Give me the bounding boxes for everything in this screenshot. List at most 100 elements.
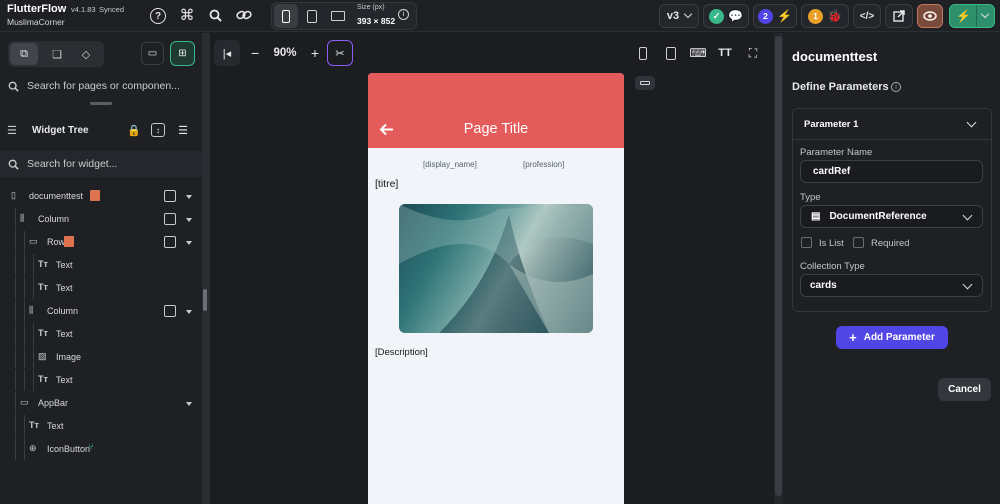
description-text[interactable]: [Description] — [375, 347, 428, 358]
text-scale-icon[interactable]: TT — [714, 42, 736, 64]
tree-item-iconbutton[interactable]: ⊕ IconButton ⑂ — [0, 438, 200, 460]
tree-item-row[interactable]: ▭ Row — [0, 231, 200, 253]
component-badge-icon — [90, 190, 100, 201]
widget-palette-icon[interactable]: ⧉ — [10, 43, 38, 65]
lock-icon[interactable]: 🔒 — [127, 123, 141, 137]
wave-image — [399, 204, 593, 333]
chat-icon: 💬 — [728, 9, 743, 23]
resize-handle[interactable] — [203, 289, 207, 311]
add-parameter-label: Add Parameter — [863, 332, 935, 343]
chevron-down-icon[interactable] — [186, 310, 192, 314]
tree-guide-line — [33, 254, 34, 276]
help-icon[interactable]: ? — [150, 8, 166, 24]
search-icon[interactable] — [206, 6, 224, 24]
chevron-down-icon[interactable] — [966, 117, 977, 128]
tree-item-text[interactable]: Tт Text — [0, 323, 200, 345]
appbar-icon: ▭ — [20, 397, 29, 407]
ai-gen-icon[interactable]: ✂ — [327, 40, 353, 66]
run-button[interactable]: ⚡ — [949, 4, 995, 28]
param-header[interactable]: Parameter 1 — [804, 119, 858, 130]
tree-item-column[interactable]: ⫼ Column — [0, 208, 200, 230]
keyboard-icon[interactable]: ⌨ — [687, 42, 709, 64]
debug-button[interactable]: 1 🐞 — [801, 4, 849, 28]
grid-view-icon[interactable] — [660, 42, 682, 64]
notifications-button[interactable]: 2 ⚡ — [753, 4, 797, 28]
expand-icon[interactable]: ↕ — [151, 123, 165, 137]
code-icon[interactable]: </> — [853, 4, 881, 28]
graph-icon[interactable]: ⛶ — [742, 42, 764, 64]
tree-item-label: IconButton — [47, 444, 91, 454]
tree-item-documenttest[interactable]: ▯ documenttest — [0, 185, 200, 207]
image[interactable] — [399, 204, 593, 333]
collection-dropdown[interactable]: cards — [800, 274, 983, 297]
sort-icon[interactable]: ☰ — [175, 123, 191, 137]
diamond-icon[interactable]: ◇ — [72, 43, 100, 65]
page-search-placeholder: Search for pages or componen... — [27, 80, 180, 92]
tree-item-text[interactable]: Tт Text — [0, 254, 200, 276]
link-icon[interactable] — [234, 6, 254, 24]
scrollbar-thumb[interactable] — [775, 36, 782, 496]
chevron-down-icon[interactable] — [186, 402, 192, 406]
type-dropdown[interactable]: ▤ DocumentReference — [800, 205, 983, 228]
chevron-down-icon[interactable] — [186, 241, 192, 245]
version-dropdown[interactable]: v3 — [659, 4, 699, 28]
app-bar[interactable]: Page Title — [368, 73, 624, 148]
widget-tree-title: Widget Tree — [32, 125, 89, 136]
profession-text[interactable]: [profession] — [523, 160, 564, 169]
tree-item-label: Text — [56, 375, 73, 385]
phone-preview: Page Title [display_name] [profession] [… — [368, 73, 624, 504]
phone-icon[interactable] — [274, 4, 298, 28]
cancel-button[interactable]: Cancel — [938, 378, 991, 401]
required-checkbox[interactable] — [853, 237, 864, 248]
add-child-icon[interactable] — [164, 305, 176, 317]
tree-item-label: Text — [56, 329, 73, 339]
tree-item-appbar[interactable]: ▭ AppBar — [0, 392, 200, 414]
param-name-value: cardRef — [813, 166, 851, 177]
display-name-text[interactable]: [display_name] — [423, 160, 477, 169]
add-parameter-button[interactable]: + Add Parameter — [836, 326, 948, 349]
flash-icon: ⚡ — [956, 9, 971, 23]
tree-item-column[interactable]: ⫼ Column — [0, 300, 200, 322]
check-chat-button[interactable]: ✓ 💬 — [703, 4, 749, 28]
info-icon[interactable]: i — [891, 82, 901, 92]
chevron-down-icon[interactable] — [186, 195, 192, 199]
tree-guide-line — [24, 300, 25, 322]
widget-search[interactable]: Search for widget... — [0, 151, 202, 177]
add-child-icon[interactable] — [164, 236, 176, 248]
phone-preview-icon[interactable] — [632, 42, 654, 64]
list-icon: ☰ — [7, 125, 17, 137]
zoom-out-icon[interactable]: − — [251, 45, 259, 61]
add-child-icon[interactable] — [164, 213, 176, 225]
zoom-in-icon[interactable]: + — [311, 45, 319, 61]
info-icon[interactable]: i — [398, 9, 409, 20]
titre-text[interactable]: [titre] — [375, 178, 398, 190]
tree-item-text[interactable]: Tт Text — [0, 415, 200, 437]
chevron-down-icon — [962, 279, 973, 290]
chevron-down-icon[interactable] — [186, 218, 192, 222]
layers-icon[interactable]: ❏ — [43, 43, 71, 65]
lightning-icon: ⚡ — [777, 9, 792, 23]
version-label: v3 — [666, 10, 680, 22]
top-toolbar: FlutterFlow v4.1.83 Synced MuslimaCorner… — [0, 0, 1000, 32]
open-external-icon[interactable] — [885, 4, 913, 28]
appbar-toggle-icon[interactable] — [635, 76, 655, 90]
collapse-panel-icon[interactable]: |◂ — [214, 40, 240, 66]
tree-item-text[interactable]: Tт Text — [0, 277, 200, 299]
add-child-icon[interactable] — [164, 190, 176, 202]
add-folder-icon[interactable]: ▭ — [141, 42, 164, 65]
type-label: Type — [800, 192, 821, 203]
notif-badge-purple: 2 — [758, 8, 774, 24]
add-page-icon[interactable]: ⊞ — [170, 41, 195, 66]
type-value: DocumentReference — [829, 211, 927, 222]
tree-item-image[interactable]: ▨ Image — [0, 346, 200, 368]
tablet-icon[interactable] — [301, 4, 323, 28]
command-icon[interactable]: ⌘ — [178, 6, 196, 24]
param-name-input[interactable]: cardRef — [800, 160, 983, 183]
tree-item-text[interactable]: Tт Text — [0, 369, 200, 391]
page-search[interactable]: Search for pages or componen... — [0, 73, 202, 99]
collection-type-label: Collection Type — [800, 261, 865, 272]
drag-handle[interactable] — [90, 102, 112, 105]
desktop-icon[interactable] — [327, 4, 349, 28]
eye-icon[interactable] — [917, 4, 943, 28]
is-list-checkbox[interactable] — [801, 237, 812, 248]
